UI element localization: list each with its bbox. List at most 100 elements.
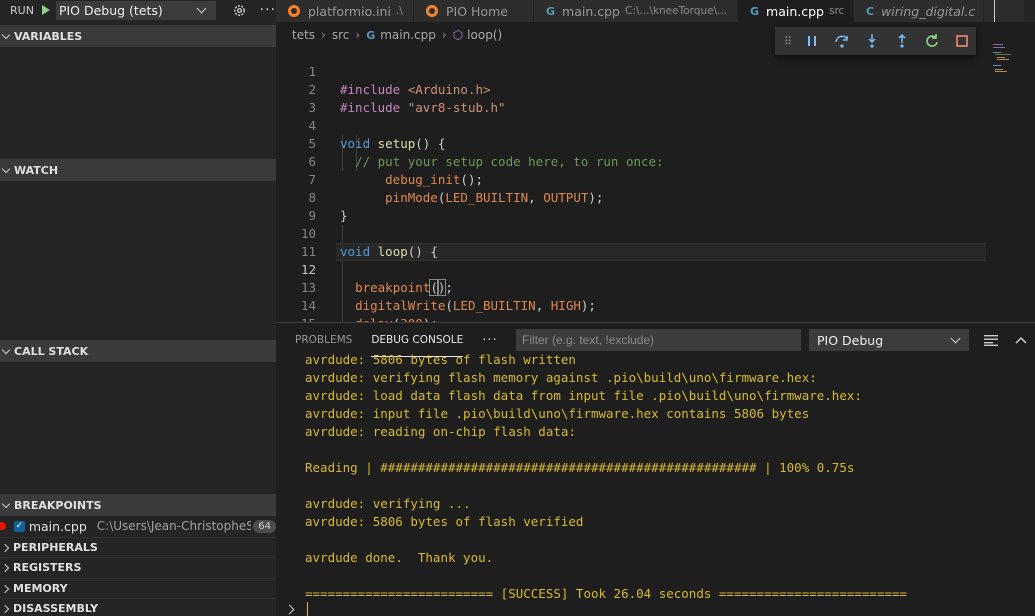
breakpoints-section-header[interactable]: BREAKPOINTS bbox=[0, 494, 276, 516]
code-line: 8 } bbox=[276, 171, 986, 223]
breakpoint-file: main.cpp bbox=[28, 518, 87, 534]
console-line: Reading | ##############################… bbox=[305, 460, 855, 475]
breakpoint-line-badge: 64 bbox=[253, 519, 276, 533]
chevron-down-icon bbox=[950, 333, 961, 343]
chevron-down-icon bbox=[1, 499, 11, 508]
tab-description: src bbox=[828, 5, 845, 17]
code-line: 6 debug_init(); bbox=[276, 135, 986, 187]
code-line: 3 bbox=[276, 81, 986, 115]
console-source-select[interactable]: PIO Debug bbox=[809, 329, 969, 351]
step-into-icon[interactable] bbox=[862, 31, 882, 51]
watch-section-header[interactable]: WATCH bbox=[0, 159, 276, 181]
console-line: avrdude: verifying ... bbox=[305, 496, 471, 511]
disassembly-title: DISASSEMBLY bbox=[13, 602, 99, 615]
code-line: 9 bbox=[276, 189, 986, 223]
chevron-down-icon bbox=[1, 345, 11, 354]
pause-icon[interactable] bbox=[802, 31, 822, 51]
tab-main-cpp-knee[interactable]: G main.cpp C:\...\kneeTorque\... bbox=[534, 0, 738, 22]
memory-title: MEMORY bbox=[13, 582, 68, 595]
tab-title: PIO Home bbox=[446, 3, 508, 19]
tab-platformio-ini[interactable]: platformio.ini .\ bbox=[276, 0, 414, 22]
text-cursor bbox=[307, 602, 308, 616]
stop-icon[interactable] bbox=[952, 31, 972, 51]
call-stack-section-header[interactable]: CALL STACK bbox=[0, 340, 276, 362]
more-actions-icon[interactable]: ··· bbox=[482, 333, 497, 348]
c-file-icon: G bbox=[750, 4, 760, 18]
debug-repl-input[interactable] bbox=[276, 601, 1035, 616]
tab-title: main.cpp bbox=[766, 3, 824, 19]
memory-section-header[interactable]: MEMORY bbox=[0, 578, 276, 598]
console-line: avrdude: load data flash data from input… bbox=[305, 388, 862, 403]
tab-overflow bbox=[984, 0, 1024, 22]
tab-wiring-digital[interactable]: C wiring_digital.c bbox=[854, 0, 984, 22]
breadcrumb-folder[interactable]: src bbox=[332, 28, 350, 42]
code-editor[interactable]: 1 #include <Arduino.h> 2 #include "avr8-… bbox=[276, 45, 1035, 322]
code-line: 2 #include "avr8-stub.h" bbox=[276, 63, 986, 115]
code-line-current: 12 breakpoint(); bbox=[276, 243, 986, 296]
chevron-right-icon: › bbox=[355, 28, 361, 42]
drag-handle-icon[interactable]: ⠿ bbox=[784, 35, 794, 48]
breakpoints-title: BREAKPOINTS bbox=[14, 498, 102, 512]
c-file-icon: C bbox=[866, 4, 875, 18]
gear-icon[interactable] bbox=[230, 0, 250, 20]
breakpoint-path: C:\Users\Jean-ChristopheSi... bbox=[96, 519, 252, 533]
tab-title: platformio.ini bbox=[308, 3, 391, 19]
editor-tab-bar: platformio.ini .\ PIO Home G main.cpp C:… bbox=[276, 0, 1035, 22]
debug-console-output: avrdude: 5806 bytes of flash written avr… bbox=[276, 351, 1035, 603]
breakpoint-enabled-checkbox[interactable]: ✓ bbox=[13, 520, 25, 532]
clear-console-icon[interactable] bbox=[982, 331, 1000, 349]
minimap[interactable] bbox=[985, 40, 1023, 80]
call-stack-title: CALL STACK bbox=[14, 344, 89, 358]
chevron-right-icon: › bbox=[441, 28, 447, 42]
chevron-right-icon bbox=[0, 543, 10, 552]
breadcrumb-file[interactable]: main.cpp bbox=[380, 28, 436, 42]
code-line: 10 void loop() { bbox=[276, 207, 986, 259]
disassembly-section-header[interactable]: DISASSEMBLY bbox=[0, 598, 276, 616]
tab-description: C:\...\kneeTorque\... bbox=[624, 5, 728, 17]
console-line: avrdude: input file .pio\build\uno\firmw… bbox=[305, 406, 810, 421]
peripherals-section-header[interactable]: PERIPHERALS bbox=[0, 537, 276, 557]
more-actions-icon[interactable]: ··· bbox=[260, 2, 276, 18]
platformio-icon bbox=[288, 5, 300, 17]
debug-config-select[interactable]: PIO Debug (tets) bbox=[55, 0, 217, 20]
console-source-label: PIO Debug bbox=[817, 332, 884, 348]
code-line: 5 // put your setup code here, to run on… bbox=[276, 117, 986, 169]
code-line: 7 pinMode(LED_BUILTIN, OUTPUT); bbox=[276, 153, 986, 205]
chevron-right-icon bbox=[0, 604, 10, 613]
variables-title: VARIABLES bbox=[14, 29, 83, 43]
chevron-right-icon bbox=[0, 584, 10, 593]
code-line: 15 digitalWrite(LED_BUILTIN, LOW); bbox=[276, 297, 986, 322]
debug-sidebar: RUN PIO Debug (tets) ··· VARIABLES WATCH… bbox=[0, 0, 276, 616]
chevron-down-icon bbox=[1, 30, 11, 39]
function-icon: ⬡ bbox=[452, 28, 464, 42]
variables-section-header[interactable]: VARIABLES bbox=[0, 25, 276, 47]
restart-icon[interactable] bbox=[922, 31, 942, 51]
breakpoint-dot-icon bbox=[0, 522, 6, 530]
console-line: avrdude: reading on-chip flash data: bbox=[305, 424, 576, 439]
registers-section-header[interactable]: REGISTERS bbox=[0, 557, 276, 577]
run-label: RUN bbox=[10, 3, 34, 17]
step-out-icon[interactable] bbox=[892, 31, 912, 51]
code-line: 13 digitalWrite(LED_BUILTIN, HIGH); bbox=[276, 261, 986, 313]
breakpoint-item[interactable]: ✓ main.cpp C:\Users\Jean-ChristopheSi...… bbox=[0, 516, 276, 536]
breadcrumb-root[interactable]: tets bbox=[292, 28, 315, 42]
peripherals-title: PERIPHERALS bbox=[13, 541, 98, 554]
code-line: 11 bbox=[276, 225, 986, 259]
console-filter-input[interactable] bbox=[516, 329, 801, 351]
watch-title: WATCH bbox=[14, 163, 59, 177]
code-line: 14 delay(300); bbox=[276, 279, 986, 322]
tab-description: .\ bbox=[395, 5, 403, 17]
tab-pio-home[interactable]: PIO Home bbox=[414, 0, 534, 22]
breadcrumb-symbol[interactable]: loop() bbox=[467, 28, 502, 42]
chevron-up-icon[interactable] bbox=[1012, 331, 1030, 349]
platformio-icon bbox=[426, 5, 438, 17]
code-line: 16 delay(100); bbox=[276, 315, 986, 322]
tab-main-cpp-src[interactable]: G main.cpp src ✕ bbox=[738, 0, 863, 22]
step-over-icon[interactable] bbox=[832, 31, 852, 51]
console-line: avrdude: 5806 bytes of flash written bbox=[305, 352, 576, 367]
chevron-down-icon bbox=[1, 164, 11, 173]
start-debugging-icon[interactable] bbox=[41, 5, 50, 15]
tab-title: wiring_digital.c bbox=[881, 3, 976, 19]
debug-config-label: PIO Debug (tets) bbox=[58, 2, 163, 18]
split-editor-icon[interactable] bbox=[994, 0, 995, 22]
